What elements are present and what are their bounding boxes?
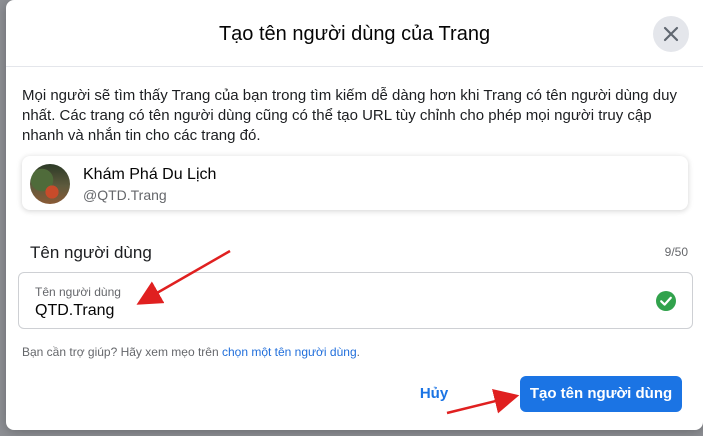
create-username-dialog: Tạo tên người dùng của Trang Mọi người s… <box>6 0 703 430</box>
check-circle-icon <box>656 291 676 311</box>
cancel-button[interactable]: Hủy <box>406 376 462 412</box>
dialog-description: Mọi người sẽ tìm thấy Trang của bạn tron… <box>22 87 677 144</box>
close-button[interactable] <box>653 16 689 52</box>
help-text-suffix: . <box>356 345 360 359</box>
close-icon <box>663 26 679 42</box>
help-text-prefix: Bạn cần trợ giúp? Hãy xem mẹo trên <box>22 345 222 359</box>
page-card: Khám Phá Du Lịch @QTD.Trang <box>22 156 688 210</box>
choose-username-link[interactable]: chọn một tên người dùng <box>222 345 357 359</box>
username-input-value[interactable]: QTD.Trang <box>35 302 114 320</box>
username-input[interactable]: Tên người dùng QTD.Trang <box>18 272 693 329</box>
dialog-title: Tạo tên người dùng của Trang <box>218 23 491 45</box>
page-name: Khám Phá Du Lịch <box>83 166 217 183</box>
page-handle: @QTD.Trang <box>83 187 167 203</box>
create-username-button[interactable]: Tạo tên người dùng <box>520 376 682 412</box>
username-character-count: 9/50 <box>664 245 688 259</box>
username-field-label: Tên người dùng <box>30 243 152 262</box>
dialog-header: Tạo tên người dùng của Trang <box>6 0 703 67</box>
username-input-label: Tên người dùng <box>35 285 121 299</box>
help-text: Bạn cần trợ giúp? Hãy xem mẹo trên chọn … <box>22 345 360 359</box>
page-avatar <box>30 164 70 204</box>
